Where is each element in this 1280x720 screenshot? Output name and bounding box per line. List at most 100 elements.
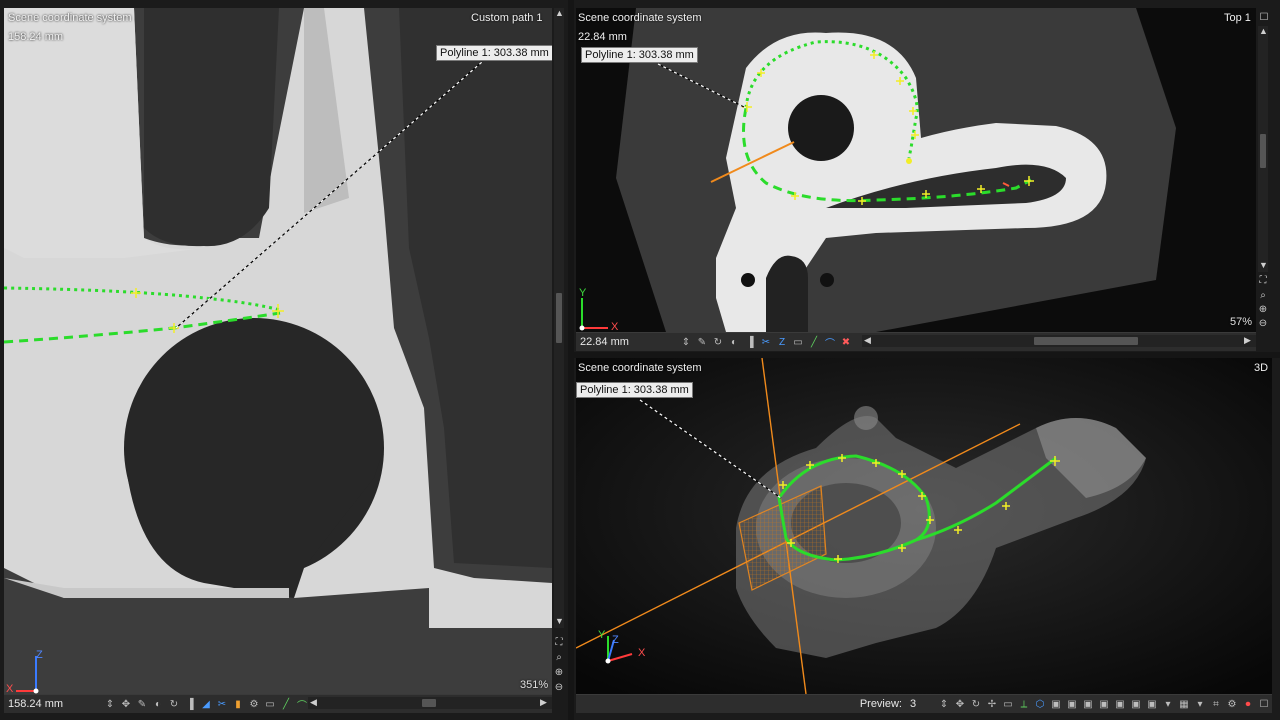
- ruler-icon[interactable]: ▭: [1001, 697, 1015, 711]
- axis-label-y: Y: [598, 629, 606, 641]
- dropdown-icon[interactable]: ▾: [1193, 697, 1207, 711]
- axis-label-x: X: [638, 647, 646, 659]
- cube-icon[interactable]: ⬡: [1033, 697, 1047, 711]
- settings-icon[interactable]: ⚙: [1225, 697, 1239, 711]
- move-icon[interactable]: ✢: [985, 697, 999, 711]
- color-icon[interactable]: ▮: [231, 697, 245, 711]
- pan-icon[interactable]: ✥: [953, 697, 967, 711]
- polyline-measurement-label[interactable]: Polyline 1: 303.38 mm: [581, 47, 698, 63]
- scroll-left-arrow[interactable]: ◀: [310, 697, 317, 708]
- polyline-measurement-label[interactable]: Polyline 1: 303.38 mm: [436, 45, 552, 61]
- record-icon[interactable]: ⏺: [1241, 697, 1255, 711]
- 3d-view-pane: Y Z X Scene coordinate system 3D Polylin…: [574, 358, 1280, 720]
- spin-arrows-icon[interactable]: ⇕: [937, 697, 951, 711]
- zoom-in-icon[interactable]: ⊕: [1257, 303, 1269, 315]
- zoom-level-label: 351%: [520, 679, 549, 691]
- scroll-down-arrow[interactable]: ▼: [1259, 260, 1268, 270]
- maximize-icon[interactable]: ☐: [1258, 11, 1270, 23]
- line-tool-icon[interactable]: Z: [775, 335, 789, 349]
- pen-icon[interactable]: ✎: [135, 697, 149, 711]
- scrollbar-thumb[interactable]: [1034, 337, 1138, 345]
- spin-arrows-icon[interactable]: ⇕: [679, 335, 693, 349]
- brightness-icon[interactable]: ◐: [151, 697, 165, 711]
- preview-label: Preview:: [859, 698, 902, 710]
- top-horizontal-scrollbar[interactable]: ◀ ▶: [862, 335, 1256, 347]
- vertical-splitter[interactable]: [568, 0, 574, 720]
- zoom-level-label: 57%: [1230, 316, 1253, 328]
- pan-icon[interactable]: ✥: [119, 697, 133, 711]
- delete-icon[interactable]: ✖: [839, 335, 853, 349]
- reset-icon[interactable]: ↻: [167, 697, 181, 711]
- scroll-down-arrow[interactable]: ▼: [555, 616, 564, 626]
- ruler-icon[interactable]: ▭: [263, 697, 277, 711]
- view-top-icon[interactable]: ▣: [1113, 697, 1127, 711]
- preview-value-field[interactable]: 3: [906, 697, 936, 711]
- scroll-right-arrow[interactable]: ▶: [540, 697, 547, 708]
- ruler-icon[interactable]: ▭: [791, 335, 805, 349]
- zoom-in-icon[interactable]: ⊕: [553, 666, 565, 678]
- zoom-icon[interactable]: ⌕: [553, 651, 565, 663]
- slice-scale-field[interactable]: 22.84 mm: [576, 335, 678, 349]
- zoom-fit-icon[interactable]: ⛶: [1257, 274, 1269, 286]
- maximize-icon[interactable]: ☐: [1257, 697, 1271, 711]
- top-view-pane: Y X Scene coordinate system 22.84 mm Top…: [574, 0, 1280, 352]
- reset-icon[interactable]: ↻: [711, 335, 725, 349]
- view-right-icon[interactable]: ▣: [1097, 697, 1111, 711]
- left-slice-viewport[interactable]: Z X Scene coordinate system 158.24 mm Cu…: [4, 8, 552, 694]
- scale-label: 22.84 mm: [578, 31, 627, 43]
- 3d-render: Y Z X: [576, 358, 1272, 694]
- view-bottom-icon[interactable]: ▣: [1129, 697, 1143, 711]
- 3d-view-toolbar: Preview: 3 ⇕ ✥ ↻ ✢ ▭ ⟂ ⬡ ▣ ▣ ▣ ▣ ▣ ▣ ▣ ▾…: [576, 694, 1272, 713]
- axis-label-x: X: [6, 683, 14, 694]
- gear-icon[interactable]: ⚙: [247, 697, 261, 711]
- axis-icon[interactable]: ⟂: [1017, 697, 1031, 711]
- left-vertical-scrollbar[interactable]: ▲ ▼: [554, 8, 564, 628]
- dropdown-icon[interactable]: ▾: [1161, 697, 1175, 711]
- grid-icon[interactable]: ⌗: [1209, 697, 1223, 711]
- top-slice-viewport[interactable]: Y X Scene coordinate system 22.84 mm Top…: [576, 8, 1256, 332]
- view-iso-icon[interactable]: ▣: [1145, 697, 1159, 711]
- line-tool-icon[interactable]: ◢: [199, 697, 213, 711]
- pen-icon[interactable]: ✎: [695, 335, 709, 349]
- scroll-up-arrow[interactable]: ▲: [555, 8, 564, 18]
- cut-icon[interactable]: ✂: [215, 697, 229, 711]
- left-horizontal-scrollbar[interactable]: ◀ ▶: [308, 697, 552, 709]
- axis-label-z: Z: [36, 649, 43, 661]
- 3d-viewport[interactable]: Y Z X Scene coordinate system 3D Polylin…: [576, 358, 1272, 694]
- horizontal-splitter[interactable]: [574, 352, 1280, 358]
- scroll-right-arrow[interactable]: ▶: [1244, 335, 1251, 346]
- view-name-label: 3D: [1254, 362, 1269, 374]
- rotate-icon[interactable]: ↻: [969, 697, 983, 711]
- cut-icon[interactable]: ✂: [759, 335, 773, 349]
- polyline-measurement-label[interactable]: Polyline 1: 303.38 mm: [576, 382, 693, 398]
- view-front-icon[interactable]: ▣: [1049, 697, 1063, 711]
- scrollbar-thumb[interactable]: [1260, 134, 1266, 168]
- grayscale-icon[interactable]: ▐: [183, 697, 197, 711]
- axis-label-y: Y: [579, 287, 587, 299]
- view-back-icon[interactable]: ▣: [1065, 697, 1079, 711]
- coordinate-system-label: Scene coordinate system: [578, 12, 702, 24]
- spin-arrows-icon[interactable]: ⇕: [103, 697, 117, 711]
- draw-icon[interactable]: ╱: [807, 335, 821, 349]
- zoom-fit-icon[interactable]: ⛶: [553, 636, 565, 648]
- top-vertical-scrollbar[interactable]: ▲ ▼: [1258, 26, 1268, 272]
- scrollbar-thumb[interactable]: [422, 699, 436, 707]
- left-view-pane: Z X Scene coordinate system 158.24 mm Cu…: [0, 0, 568, 720]
- zoom-icon[interactable]: ⌕: [1257, 289, 1269, 301]
- scroll-up-arrow[interactable]: ▲: [1259, 26, 1268, 36]
- scale-label: 158.24 mm: [8, 31, 64, 43]
- scrollbar-thumb[interactable]: [556, 293, 562, 343]
- layout-icon[interactable]: ▦: [1177, 697, 1191, 711]
- scroll-left-arrow[interactable]: ◀: [864, 335, 871, 346]
- polyline-icon[interactable]: ⌒: [823, 335, 837, 350]
- zoom-out-icon[interactable]: ⊖: [1257, 317, 1269, 329]
- polyline-icon[interactable]: ⌒: [295, 697, 309, 712]
- draw-icon[interactable]: ╱: [279, 697, 293, 711]
- brightness-icon[interactable]: ◐: [727, 335, 741, 349]
- view-left-icon[interactable]: ▣: [1081, 697, 1095, 711]
- grayscale-icon[interactable]: ▐: [743, 335, 757, 349]
- slice-scale-field[interactable]: 158.24 mm: [4, 697, 102, 711]
- custom-path-slice-image: Z X: [4, 8, 552, 694]
- zoom-out-icon[interactable]: ⊖: [553, 681, 565, 693]
- coordinate-system-label: Scene coordinate system: [8, 12, 132, 24]
